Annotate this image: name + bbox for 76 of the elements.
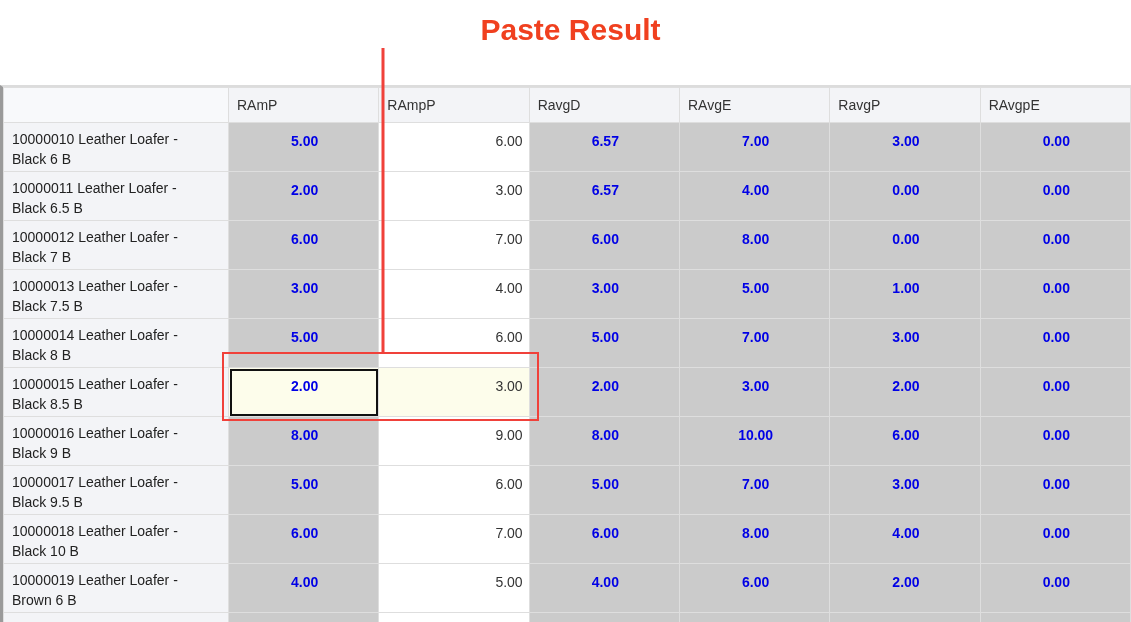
table-cell[interactable]: 6.00: [228, 514, 379, 564]
table-cell[interactable]: 4.00: [529, 563, 680, 613]
column-header: RavgP: [829, 87, 981, 123]
table-cell[interactable]: 6.57: [529, 122, 680, 172]
table-cell[interactable]: 0.00: [980, 318, 1131, 368]
column-header: RAmP: [228, 87, 379, 123]
table-cell[interactable]: 3.00: [228, 269, 379, 319]
table-cell[interactable]: 4.00: [378, 269, 530, 319]
table-cell[interactable]: 6.00: [378, 465, 530, 515]
callout-title: Paste Result: [480, 12, 661, 48]
table-cell[interactable]: 0.00: [980, 416, 1131, 466]
table-cell[interactable]: 3.00: [829, 318, 981, 368]
table-cell[interactable]: 5.00: [228, 122, 379, 172]
table-cell[interactable]: 3.00: [829, 465, 981, 515]
table-cell[interactable]: 4.00: [829, 514, 981, 564]
table-cell[interactable]: 0.00: [980, 220, 1131, 270]
table-cell[interactable]: 0.00: [829, 220, 981, 270]
table-cell[interactable]: 4.00: [228, 563, 379, 613]
table-cell[interactable]: 5.00: [679, 269, 830, 319]
table-cell[interactable]: 6.00: [228, 220, 379, 270]
row-label: 10000010 Leather Loafer - Black 6 B: [3, 122, 229, 172]
table-cell[interactable]: 0.00: [980, 269, 1131, 319]
table-cell[interactable]: 0.00: [980, 122, 1131, 172]
table-cell[interactable]: 5.00: [228, 318, 379, 368]
table-cell[interactable]: 0.00: [980, 367, 1131, 417]
table-cell[interactable]: 2.00: [228, 171, 379, 221]
row-label: 10000013 Leather Loafer - Black 7.5 B: [3, 269, 229, 319]
table-cell[interactable]: 10.00: [679, 416, 830, 466]
table-cell[interactable]: 2.00: [829, 563, 981, 613]
table-cell[interactable]: 7.00: [679, 122, 830, 172]
table-cell[interactable]: 7.00: [679, 465, 830, 515]
row-label: 10000012 Leather Loafer - Black 7 B: [3, 220, 229, 270]
row-label: 10000014 Leather Loafer - Black 8 B: [3, 318, 229, 368]
table-cell[interactable]: 0.00: [980, 514, 1131, 564]
column-header: RAvgE: [679, 87, 830, 123]
column-header: RavgD: [529, 87, 680, 123]
table-cell[interactable]: 3.00: [829, 122, 981, 172]
table-cell[interactable]: 1.00: [829, 269, 981, 319]
table-cell[interactable]: 6.00: [679, 563, 830, 613]
table-cell[interactable]: 8.00: [679, 220, 830, 270]
table-cell[interactable]: 5.00: [529, 318, 680, 368]
table-cell[interactable]: 5.00: [228, 465, 379, 515]
table-cell[interactable]: 0.00: [829, 171, 981, 221]
table-cell[interactable]: 4.00: [679, 171, 830, 221]
table-cell[interactable]: 2.00: [829, 367, 981, 417]
table-cell[interactable]: 8.00: [679, 514, 830, 564]
table-cell[interactable]: 3.00: [529, 269, 680, 319]
column-header: RAmpP: [378, 87, 530, 123]
table-cell[interactable]: 8.00: [529, 416, 680, 466]
table-cell[interactable]: 8.00: [228, 416, 379, 466]
table-cell[interactable]: 5.00: [529, 465, 680, 515]
table-cell[interactable]: 3.00: [378, 367, 530, 417]
table-cell[interactable]: 9.00: [378, 416, 530, 466]
table-cell[interactable]: 6.00: [378, 122, 530, 172]
row-label: 10000019 Leather Loafer - Brown 6 B: [3, 563, 229, 613]
row-label: 10000011 Leather Loafer - Black 6.5 B: [3, 171, 229, 221]
row-label: 10000016 Leather Loafer - Black 9 B: [3, 416, 229, 466]
table-cell[interactable]: 5.00: [378, 563, 530, 613]
table-cell[interactable]: 3.00: [378, 171, 530, 221]
table-cell[interactable]: 7.00: [378, 220, 530, 270]
column-header: RAvgpE: [980, 87, 1131, 123]
table-cell[interactable]: 2.00: [529, 367, 680, 417]
row-label: 10000015 Leather Loafer - Black 8.5 B: [3, 367, 229, 417]
table-cell[interactable]: 6.00: [529, 514, 680, 564]
table-cell[interactable]: 3.00: [679, 367, 830, 417]
row-label: 10000018 Leather Loafer - Black 10 B: [3, 514, 229, 564]
table-cell[interactable]: 2.00: [228, 367, 379, 417]
table-cell[interactable]: 0.00: [980, 171, 1131, 221]
row-label: 10000017 Leather Loafer - Black 9.5 B: [3, 465, 229, 515]
table-cell[interactable]: 0.00: [980, 465, 1131, 515]
table-cell[interactable]: 6.57: [529, 171, 680, 221]
table-cell[interactable]: 6.00: [829, 416, 981, 466]
table-cell[interactable]: 0.00: [980, 563, 1131, 613]
table-cell[interactable]: 6.00: [529, 220, 680, 270]
table-cell[interactable]: 7.00: [679, 318, 830, 368]
table-cell[interactable]: 7.00: [378, 514, 530, 564]
